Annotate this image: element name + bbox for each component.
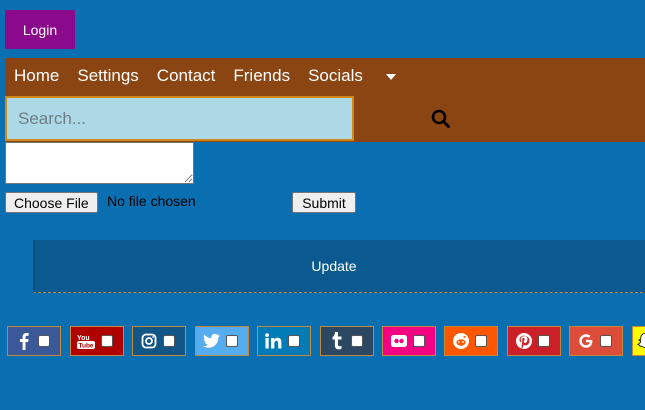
update-label: Update [311,258,357,274]
social-checkbox[interactable] [38,335,50,347]
nav-link-contact[interactable]: Contact [148,58,225,94]
nav-links: Home Settings Contact Friends Socials [5,58,396,94]
search-icon[interactable] [430,108,452,130]
social-button-twitter[interactable] [195,326,249,356]
social-button-google[interactable] [569,326,623,356]
flickr-icon [389,331,409,351]
message-textarea[interactable] [5,142,194,184]
social-button-snapchat[interactable] [632,326,645,356]
nav-link-settings[interactable]: Settings [68,58,147,94]
social-button-facebook[interactable] [7,326,61,356]
social-button-instagram[interactable] [132,326,186,356]
navbar: Home Settings Contact Friends Socials [5,58,645,142]
social-checkbox[interactable] [351,335,363,347]
submit-button[interactable]: Submit [292,192,356,213]
social-row: You Tube [7,326,645,356]
file-status: No file chosen [107,193,196,209]
social-checkbox[interactable] [226,335,238,347]
social-checkbox[interactable] [288,335,300,347]
social-checkbox[interactable] [101,335,113,347]
svg-text:You: You [77,335,90,342]
social-checkbox[interactable] [163,335,175,347]
update-button[interactable]: Update [33,240,645,293]
instagram-icon [139,331,159,351]
social-checkbox[interactable] [600,335,612,347]
nav-link-friends[interactable]: Friends [224,58,299,94]
linkedin-icon [264,331,284,351]
dropdown-caret-icon[interactable] [385,74,396,80]
social-button-reddit[interactable] [444,326,498,356]
login-button[interactable]: Login [5,10,75,49]
search-input[interactable] [5,96,354,141]
nav-link-home[interactable]: Home [5,58,68,94]
social-button-pinterest[interactable] [507,326,561,356]
snapchat-icon [636,331,645,351]
social-button-youtube[interactable]: You Tube [70,326,124,356]
twitter-icon [202,331,222,351]
pinterest-icon [514,331,534,351]
svg-text:Tube: Tube [79,343,94,350]
social-checkbox[interactable] [413,335,425,347]
social-button-flickr[interactable] [382,326,436,356]
social-checkbox[interactable] [538,335,550,347]
google-icon [576,331,596,351]
social-button-tumblr[interactable] [320,326,374,356]
reddit-icon [451,331,471,351]
facebook-icon [14,331,34,351]
social-button-linkedin[interactable] [257,326,311,356]
tumblr-icon [327,331,347,351]
youtube-icon: You Tube [77,331,97,351]
choose-file-button[interactable]: Choose File [5,192,98,213]
nav-link-socials[interactable]: Socials [299,58,372,94]
social-checkbox[interactable] [475,335,487,347]
